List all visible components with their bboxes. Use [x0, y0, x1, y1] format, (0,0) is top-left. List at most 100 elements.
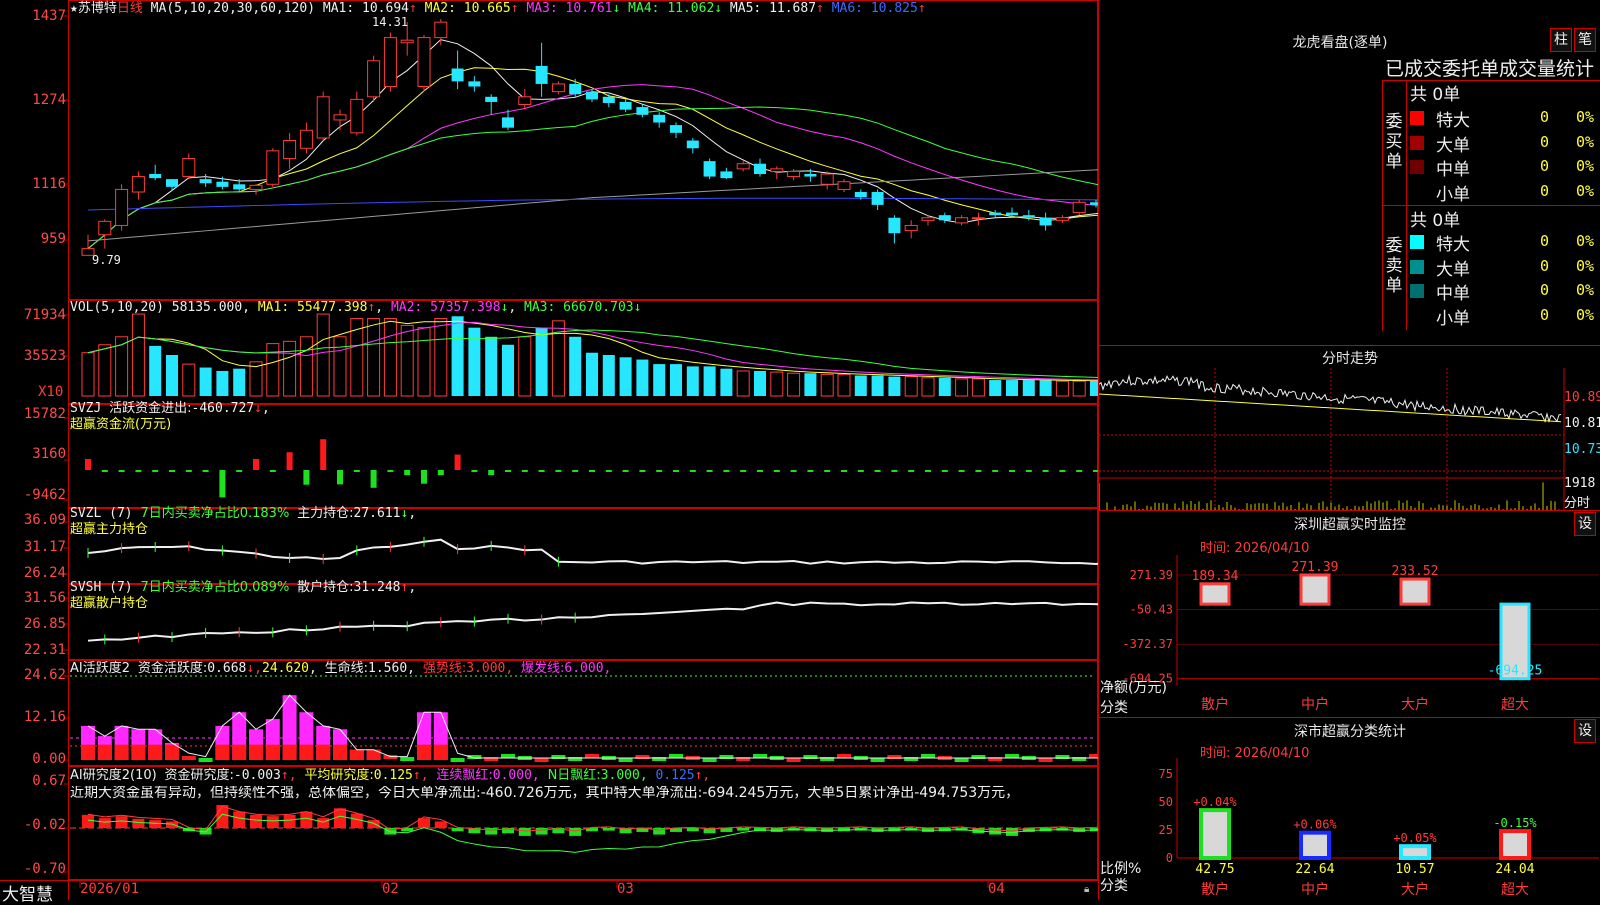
candle-body: [166, 179, 178, 187]
research-bar: [132, 818, 145, 828]
candle-body: [820, 173, 834, 185]
ma-value-6: 10.825: [870, 1, 918, 16]
ma-arrow-5: ↑: [816, 1, 824, 16]
vol-bar: [971, 378, 985, 397]
category-change: +0.04%: [1193, 795, 1237, 809]
vol-bar: [502, 344, 514, 396]
research-bar: [300, 811, 313, 828]
row-pct: 0%: [1576, 232, 1595, 250]
monitor-category-label: 超大: [1501, 697, 1529, 713]
svzj-bar: [488, 470, 495, 476]
ai-research-axis-1: 0.67: [32, 773, 66, 789]
svzl-desc: 7日内买卖净占比0.183%: [140, 506, 290, 521]
vol-bar: [283, 340, 297, 397]
svzj-bar: [236, 470, 243, 472]
active-bar-small: [954, 758, 969, 762]
buy-total: 共 0单: [1410, 85, 1461, 105]
svzj-bar: [1076, 470, 1083, 472]
candle-body: [283, 140, 297, 160]
svzj-bar: [353, 470, 360, 472]
active-bar-base: [165, 744, 179, 760]
active-bar-small: [501, 754, 515, 758]
row-count: 0: [1540, 181, 1550, 200]
lock-icon[interactable]: 🔒︎: [1084, 884, 1089, 895]
legend-swatch: [1410, 259, 1424, 274]
vol-bar: [686, 366, 699, 396]
svzj-bar: [958, 470, 965, 472]
sz-category-title: 深市超赢分类统计: [1294, 724, 1406, 740]
row-count: 0: [1540, 232, 1550, 250]
candle-body: [720, 171, 733, 179]
candle-body: [804, 173, 817, 177]
svzl-axis-1: 36.09: [23, 512, 66, 528]
svzj-bar: [891, 470, 898, 472]
vol-ma-label-3: MA3:: [524, 300, 564, 315]
research-bar: [485, 828, 498, 835]
candle-body: [98, 220, 112, 236]
svzj-bar: [219, 470, 226, 498]
active-bar-base: [299, 744, 314, 760]
category-label: 大户: [1401, 881, 1429, 898]
active-bar-base: [97, 744, 112, 760]
candle-body: [468, 81, 481, 87]
row-pct: 0%: [1576, 181, 1595, 200]
bar-mode-button[interactable]: 柱: [1550, 28, 1572, 52]
svzj-bar: [757, 470, 763, 472]
svzj-bar: [303, 470, 310, 485]
svzj-bar: [169, 470, 175, 472]
candle-body: [636, 107, 649, 115]
vol-bar: [81, 352, 95, 397]
vol-bar: [233, 368, 246, 396]
ma-arrow-4: ↓: [714, 1, 723, 16]
research-bar: [166, 821, 178, 828]
category-value: 24.04: [1495, 862, 1534, 877]
candle-body: [115, 188, 129, 226]
sz-monitor-settings-button[interactable]: 设: [1574, 512, 1596, 536]
ma-label-3: MA3:: [518, 1, 566, 16]
active-bar-base: [333, 744, 347, 760]
candle-body: [417, 37, 431, 88]
vol-bar: [417, 327, 431, 397]
research-bar: [233, 811, 246, 828]
main-chart-area[interactable]: [0, 0, 1098, 900]
svzj-bar: [437, 470, 444, 476]
svzj-bar: [370, 470, 377, 488]
vol-bar: [854, 375, 867, 396]
monitor-axis-label: 271.39: [1130, 568, 1173, 582]
svzj-axis-2: 3160: [32, 446, 66, 462]
svzj-bar: [505, 470, 511, 472]
svzj-bar: [975, 470, 982, 472]
category-axis-label: 75: [1159, 767, 1173, 781]
vol-bar: [804, 373, 817, 396]
svzj-value: -460.727: [191, 401, 255, 416]
ma-label-5: MA5:: [722, 1, 770, 16]
svsh-label: 散户持仓:: [297, 580, 354, 595]
row-pct: 0%: [1576, 305, 1595, 324]
active-bar-base: [249, 744, 263, 760]
tick-mode-button[interactable]: 笔: [1574, 28, 1596, 52]
active-bar-base: [131, 744, 146, 760]
sz-monitor-time: 时间: 2026/04/10: [1200, 541, 1310, 556]
intraday-chart[interactable]: [1099, 368, 1600, 510]
category-change: +0.06%: [1293, 818, 1337, 832]
candle-body: [569, 83, 582, 95]
svzj-bar: [118, 470, 125, 472]
n-label: N日飘红:: [547, 768, 601, 783]
research-bar: [216, 805, 229, 828]
active-bar-base: [81, 744, 95, 760]
ma-arrow-2: ↑: [510, 1, 519, 16]
svzj-bar: [337, 470, 343, 485]
intraday-vol-unit: 分时: [1564, 496, 1591, 511]
ai-comment: 近期大资金虽有异动，但持续性不强，总体偏空，今日大单净流出:-460.726万元…: [70, 786, 1020, 801]
vol-bar: [1039, 380, 1052, 396]
intraday-axis-1: 10.89: [1564, 390, 1600, 405]
svzj-subtitle: 超赢资金流(万元): [70, 417, 172, 432]
price-axis-1: 1437: [32, 8, 66, 24]
vol-bar: [888, 376, 901, 396]
svzj-bar: [941, 470, 948, 472]
svzj-bar: [740, 470, 747, 472]
sz-category-settings-button[interactable]: 设: [1574, 719, 1596, 743]
active-bar-small: [786, 758, 801, 762]
row-count: 0: [1540, 132, 1550, 151]
svzj-bar: [1009, 470, 1015, 472]
